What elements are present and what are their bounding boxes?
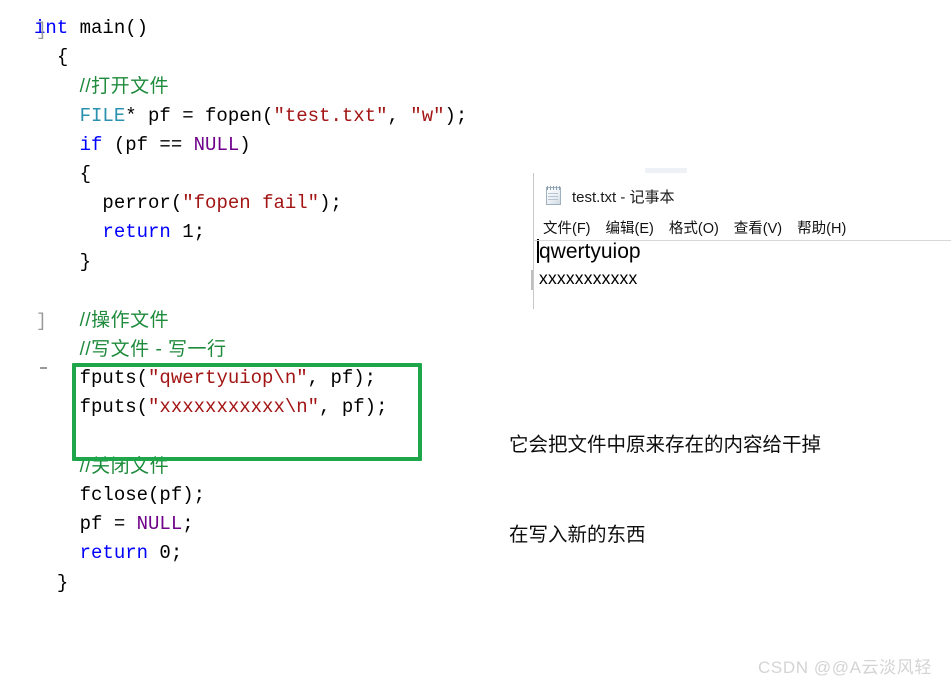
code-token-plain: perror(	[102, 192, 183, 215]
collapse-marker-mid[interactable]: ]	[36, 313, 47, 331]
code-listing[interactable]: int main() { //打开文件 FILE* pf = fopen("te…	[34, 14, 467, 598]
code-line[interactable]: fclose(pf);	[34, 481, 467, 510]
code-token-plain: * pf = fopen(	[125, 104, 274, 127]
code-token-macro: NULL	[193, 133, 240, 156]
code-line[interactable]: int main()	[34, 14, 467, 43]
code-line[interactable]: //打开文件	[34, 72, 467, 101]
code-line[interactable]: {	[34, 160, 467, 189]
code-line[interactable]: }	[34, 569, 467, 598]
code-token-str: "w"	[410, 104, 445, 127]
menu-item-help[interactable]: 帮助(H)	[797, 217, 846, 238]
code-line[interactable]: //写文件 - 写一行	[34, 335, 467, 364]
code-line[interactable]: }	[34, 248, 467, 277]
annotation-line-2: 在写入新的东西	[509, 523, 646, 546]
notepad-text-line-1: qwertyuiop	[537, 239, 641, 263]
code-token-plain: 1;	[170, 221, 206, 244]
menu-item-format[interactable]: 格式(O)	[669, 217, 719, 238]
notepad-title-text: test.txt - 记事本	[572, 188, 675, 206]
code-line[interactable]: perror("fopen fail");	[34, 189, 467, 218]
code-token-plain: ,	[387, 104, 411, 127]
menu-item-edit[interactable]: 编辑(E)	[606, 217, 654, 238]
notepad-menubar-separator	[533, 240, 951, 241]
code-token-str: "fopen fail"	[182, 192, 320, 215]
code-line[interactable]: return 1;	[34, 218, 467, 247]
code-token-plain: ;	[182, 513, 194, 536]
code-token-plain: pf =	[79, 513, 137, 536]
code-editor-pane[interactable]: int main() { //打开文件 FILE* pf = fopen("te…	[0, 0, 530, 685]
code-token-comment: //写文件 - 写一行	[79, 339, 227, 361]
code-token-plain: (pf ==	[102, 133, 194, 156]
code-token-plain: );	[444, 104, 468, 127]
notepad-left-edge-tick	[531, 270, 533, 290]
annotation-line-1: 它会把文件中原来存在的内容给干掉	[509, 433, 822, 456]
code-line[interactable]: return 0;	[34, 539, 467, 568]
code-line[interactable]: FILE* pf = fopen("test.txt", "w");	[34, 102, 468, 131]
notepad-icon	[544, 186, 563, 206]
code-token-plain: {	[79, 162, 92, 185]
notepad-text-line-2: xxxxxxxxxxx	[539, 268, 638, 288]
collapse-dash-marker[interactable]	[40, 367, 47, 369]
code-token-plain: fclose(pf);	[79, 484, 206, 506]
notepad-menubar[interactable]: 文件(F) 编辑(E) 格式(O) 查看(V) 帮助(H)	[534, 214, 861, 240]
notepad-window[interactable]: test.txt - 记事本 文件(F) 编辑(E) 格式(O) 查看(V) 帮…	[533, 173, 951, 309]
code-token-plain: }	[79, 250, 92, 273]
code-token-str: "test.txt"	[273, 104, 388, 127]
code-token-plain: 0;	[148, 542, 183, 565]
code-line[interactable]: //操作文件	[34, 306, 467, 335]
code-line[interactable]	[34, 277, 467, 306]
code-line[interactable]: pf = NULL;	[34, 510, 467, 539]
menu-item-view[interactable]: 查看(V)	[734, 217, 782, 238]
code-token-macro: NULL	[136, 513, 183, 536]
csdn-watermark: CSDN @@A云淡风轻	[758, 658, 932, 677]
code-token-comment: //操作文件	[79, 309, 170, 331]
notepad-titlebar[interactable]: test.txt - 记事本	[534, 181, 675, 211]
notepad-text-caret	[537, 239, 539, 263]
menu-item-file[interactable]: 文件(F)	[543, 217, 591, 238]
annotation-text: 它会把文件中原来存在的内容给干掉 在写入新的东西	[509, 370, 821, 580]
code-token-type: FILE	[79, 104, 126, 127]
code-token-plain: {	[56, 46, 69, 69]
code-line[interactable]: if (pf == NULL)	[34, 131, 467, 160]
code-token-plain: )	[239, 133, 251, 156]
code-token-plain: }	[56, 571, 69, 594]
collapse-marker-top[interactable]: ]	[36, 22, 47, 40]
code-token-kw: return	[102, 221, 171, 244]
code-line[interactable]: {	[34, 43, 467, 72]
code-token-comment: //打开文件	[79, 76, 170, 98]
code-token-plain: );	[319, 192, 342, 215]
fputs-highlight-box	[72, 363, 422, 461]
notepad-text-area[interactable]: qwertyuiop xxxxxxxxxxx	[534, 239, 951, 288]
code-token-plain: main()	[68, 17, 149, 39]
code-token-kw: if	[79, 133, 103, 156]
code-token-kw: return	[79, 542, 149, 565]
